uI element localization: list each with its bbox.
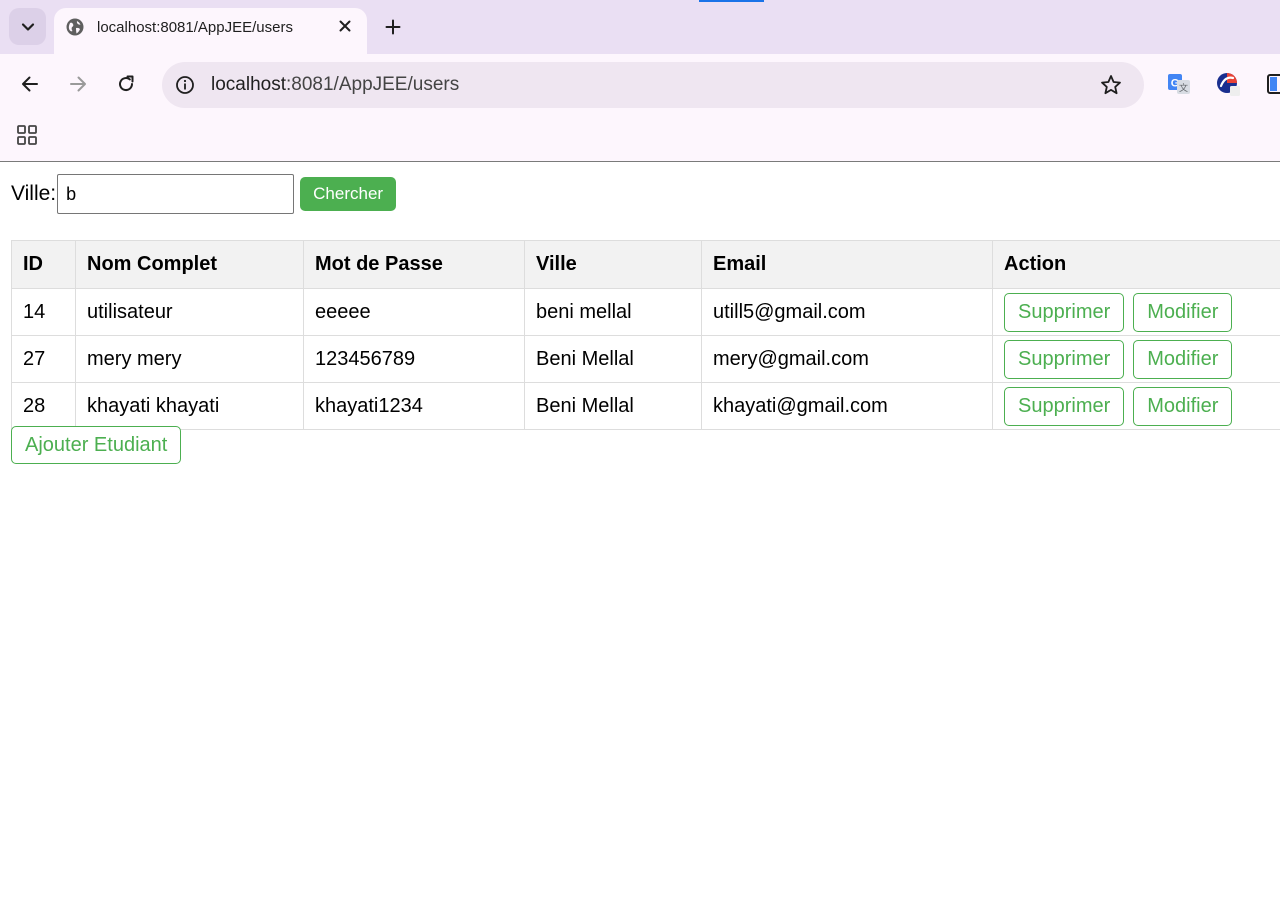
tab-title: localhost:8081/AppJEE/users xyxy=(97,19,293,36)
translate-icon[interactable]: G 文 xyxy=(1167,72,1191,96)
browser-tab-active[interactable]: localhost:8081/AppJEE/users xyxy=(54,8,367,54)
header-mot-de-passe: Mot de Passe xyxy=(303,240,525,289)
cell-nom: utilisateur xyxy=(75,288,304,336)
delete-button[interactable]: Supprimer xyxy=(1004,386,1125,426)
cell-ville: beni mellal xyxy=(524,288,702,336)
cell-nom: mery mery xyxy=(75,335,304,383)
apps-grid-icon[interactable] xyxy=(16,124,38,146)
loading-indicator xyxy=(699,0,764,2)
cell-id: 27 xyxy=(11,335,76,383)
back-arrow-icon xyxy=(22,76,38,92)
cell-mot-de-passe: khayati1234 xyxy=(303,382,525,430)
browser-toolbar: localhost:8081/AppJEE/users G 文 xyxy=(0,54,1280,114)
table-row: 27 mery mery 123456789 Beni Mellal mery@… xyxy=(11,335,1280,383)
header-id: ID xyxy=(11,240,76,289)
table-row: 28 khayati khayati khayati1234 Beni Mell… xyxy=(11,382,1280,430)
reload-button[interactable] xyxy=(114,72,138,96)
delete-button[interactable]: Supprimer xyxy=(1004,339,1125,379)
header-action: Action xyxy=(992,240,1280,289)
info-icon[interactable] xyxy=(175,75,195,95)
plus-icon xyxy=(385,19,401,35)
cell-actions: Supprimer Modifier xyxy=(992,382,1280,430)
globe-icon xyxy=(66,18,84,36)
table-header-row: ID Nom Complet Mot de Passe Ville Email … xyxy=(11,240,1280,289)
cell-email: utill5@gmail.com xyxy=(701,288,993,336)
address-bar[interactable]: localhost:8081/AppJEE/users xyxy=(162,62,1144,108)
cell-mot-de-passe: eeeee xyxy=(303,288,525,336)
delete-button[interactable]: Supprimer xyxy=(1004,292,1125,332)
cell-ville: Beni Mellal xyxy=(524,335,702,383)
tab-strip: localhost:8081/AppJEE/users xyxy=(0,0,1280,54)
cell-actions: Supprimer Modifier xyxy=(992,288,1280,336)
cell-email: mery@gmail.com xyxy=(701,335,993,383)
new-tab-button[interactable] xyxy=(382,16,404,38)
forward-button[interactable] xyxy=(66,72,90,96)
close-icon xyxy=(339,20,351,32)
cell-actions: Supprimer Modifier xyxy=(992,335,1280,383)
url-path: :8081/AppJEE/users xyxy=(286,74,460,95)
bookmarks-bar xyxy=(0,114,1280,162)
cell-mot-de-passe: 123456789 xyxy=(303,335,525,383)
edit-button[interactable]: Modifier xyxy=(1133,339,1233,379)
forward-arrow-icon xyxy=(70,76,86,92)
ville-search-input[interactable] xyxy=(57,174,295,214)
header-nom-complet: Nom Complet xyxy=(75,240,304,289)
search-button[interactable]: Chercher xyxy=(300,177,397,211)
cell-nom: khayati khayati xyxy=(75,382,304,430)
extension-icon[interactable] xyxy=(1216,72,1240,96)
cell-email: khayati@gmail.com xyxy=(701,382,993,430)
back-button[interactable] xyxy=(18,72,42,96)
header-ville: Ville xyxy=(524,240,702,289)
edit-button[interactable]: Modifier xyxy=(1133,292,1233,332)
url-host: localhost xyxy=(211,74,286,95)
users-table: ID Nom Complet Mot de Passe Ville Email … xyxy=(11,240,1280,430)
url-text[interactable]: localhost:8081/AppJEE/users xyxy=(211,74,459,96)
tab-search-button[interactable] xyxy=(9,8,46,45)
ville-label: Ville: xyxy=(11,182,57,205)
header-email: Email xyxy=(701,240,993,289)
star-icon[interactable] xyxy=(1100,74,1122,96)
cell-id: 28 xyxy=(11,382,76,430)
add-student-button[interactable]: Ajouter Etudiant xyxy=(11,426,182,464)
cell-ville: Beni Mellal xyxy=(524,382,702,430)
edit-button[interactable]: Modifier xyxy=(1133,386,1233,426)
cell-id: 14 xyxy=(11,288,76,336)
chevron-down-icon xyxy=(21,22,34,31)
reload-icon xyxy=(119,75,134,92)
table-row: 14 utilisateur eeeee beni mellal utill5@… xyxy=(11,288,1280,336)
svg-text:文: 文 xyxy=(1179,82,1188,94)
page-content: Ville: Chercher ID Nom Complet Mot de Pa… xyxy=(0,163,1280,910)
close-tab-button[interactable] xyxy=(336,17,354,35)
search-form: Ville: Chercher xyxy=(11,174,397,214)
side-panel-icon[interactable] xyxy=(1266,72,1280,96)
